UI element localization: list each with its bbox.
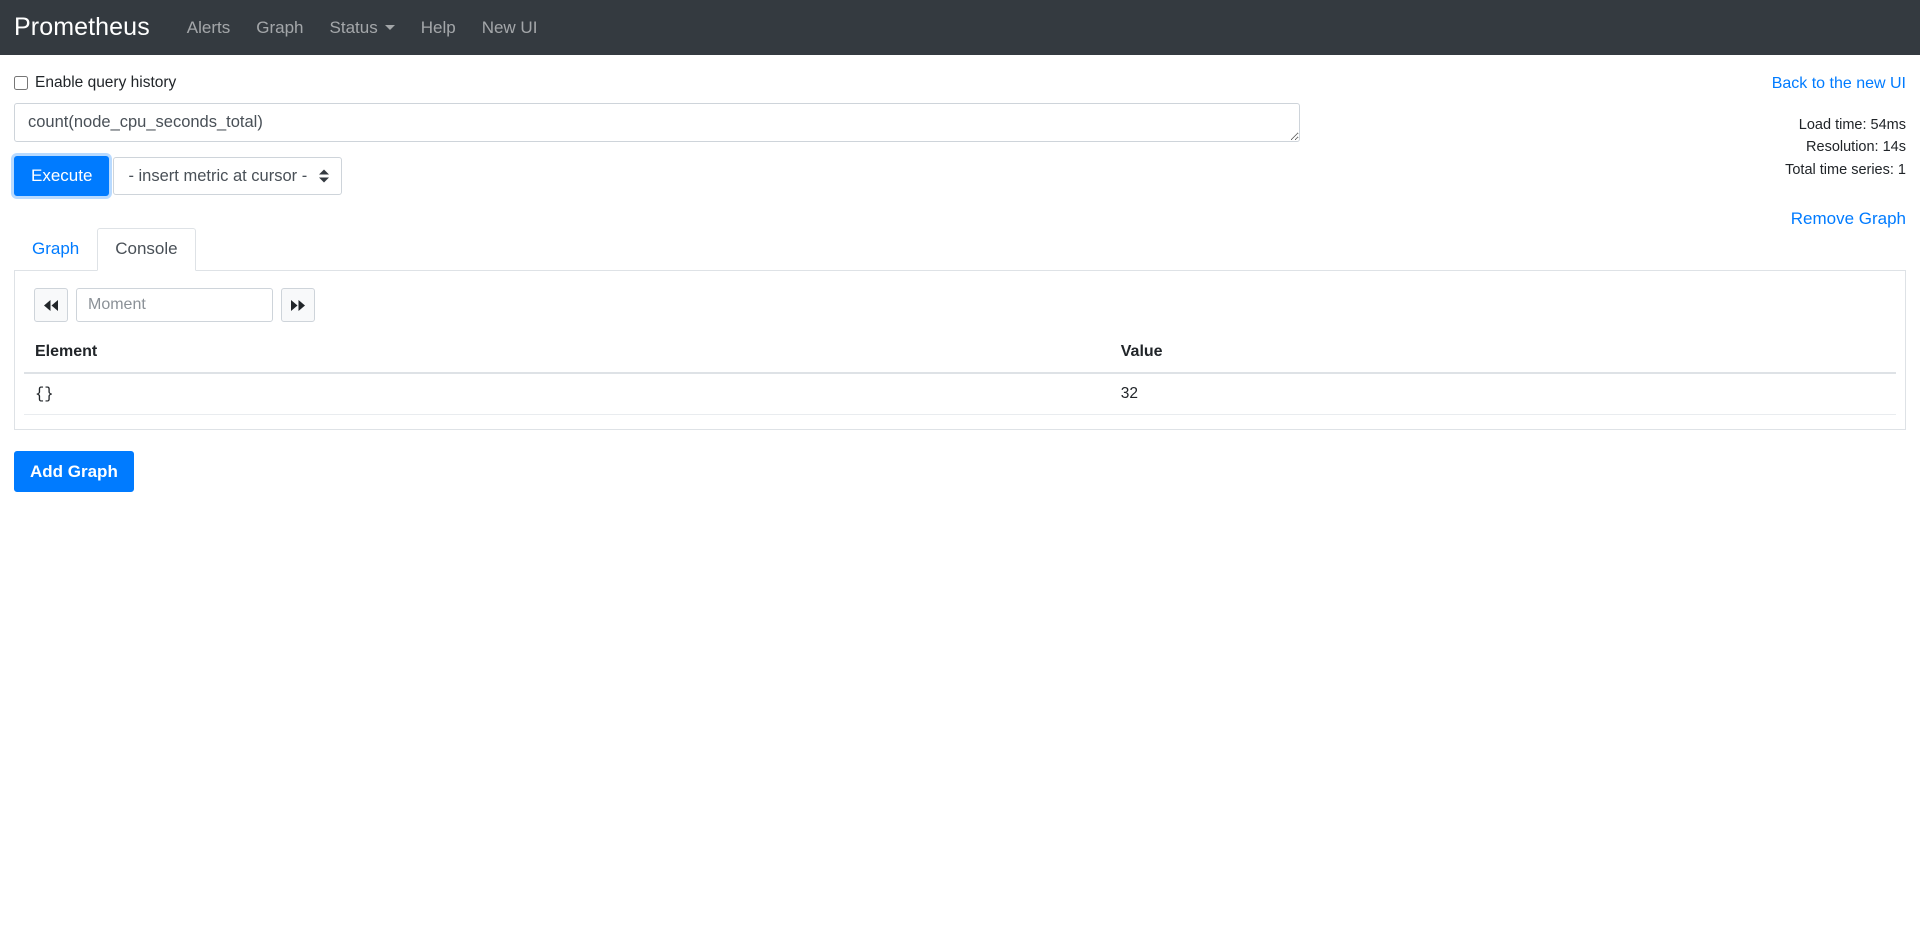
nav-link-new-ui-label: New UI xyxy=(481,18,538,37)
execute-button[interactable]: Execute xyxy=(14,156,110,197)
nav-link-alerts[interactable]: Alerts xyxy=(174,11,243,44)
main-navbar: Prometheus Alerts Graph Status Help New … xyxy=(0,0,1920,55)
result-value-cell: 32 xyxy=(1109,373,1896,416)
moment-controls xyxy=(24,288,1896,323)
nav-link-alerts-label: Alerts xyxy=(186,18,231,37)
load-time-text: Load time: 54ms xyxy=(1798,117,1906,133)
chevron-down-icon xyxy=(384,25,395,30)
nav-link-status[interactable]: Status xyxy=(317,11,408,44)
column-header-element: Element xyxy=(24,343,1110,375)
nav-link-help[interactable]: Help xyxy=(408,11,469,44)
remove-graph-wrap: Remove Graph xyxy=(1486,181,1906,229)
step-backward-button[interactable] xyxy=(34,288,68,323)
navbar-brand[interactable]: Prometheus xyxy=(14,15,150,40)
resolution-text: Resolution: 14s xyxy=(1806,139,1906,156)
enable-query-history-checkbox[interactable] xyxy=(14,76,28,90)
tab-graph[interactable]: Graph xyxy=(14,228,97,271)
add-graph-button[interactable]: Add Graph xyxy=(14,451,134,493)
nav-link-help-label: Help xyxy=(420,18,456,37)
double-left-arrow-icon xyxy=(44,299,58,311)
nav-link-graph[interactable]: Graph xyxy=(243,11,316,44)
query-info-panel: Back to the new UI Load time: 54ms Resol… xyxy=(1486,73,1906,229)
graph-console-tabs: Graph Console xyxy=(14,228,1906,272)
expression-input[interactable] xyxy=(14,103,1300,142)
console-panel: Element Value {} 32 xyxy=(14,271,1906,431)
column-header-value: Value xyxy=(1109,343,1896,375)
tab-console[interactable]: Console xyxy=(97,228,196,272)
query-stats: Load time: 54ms Resolution: 14s Total ti… xyxy=(1486,114,1906,181)
insert-metric-select[interactable]: - insert metric at cursor - xyxy=(113,157,343,196)
moment-input[interactable] xyxy=(76,288,273,323)
enable-query-history-label[interactable]: Enable query history xyxy=(35,74,176,92)
results-header-row: Element Value xyxy=(24,343,1896,375)
nav-link-graph-label: Graph xyxy=(256,18,304,37)
result-element-cell: {} xyxy=(24,373,1110,416)
add-graph-wrap: Add Graph xyxy=(14,451,1906,493)
nav-link-status-label: Status xyxy=(329,18,378,37)
query-results-table: Element Value {} 32 xyxy=(24,343,1896,416)
insert-metric-select-value: - insert metric at cursor - xyxy=(128,166,308,185)
remove-graph-link[interactable]: Remove Graph xyxy=(1791,209,1906,229)
results-table-head: Element Value xyxy=(24,343,1896,375)
navbar-links: Alerts Graph Status Help New UI xyxy=(174,11,551,44)
results-table-body: {} 32 xyxy=(24,373,1896,416)
page-container: Back to the new UI Load time: 54ms Resol… xyxy=(0,55,1920,493)
nav-link-new-ui[interactable]: New UI xyxy=(469,11,551,44)
total-time-series-text: Total time series: 1 xyxy=(1785,161,1906,178)
table-row: {} 32 xyxy=(24,373,1896,416)
back-to-new-ui-link[interactable]: Back to the new UI xyxy=(1772,75,1906,92)
double-right-arrow-icon xyxy=(291,299,305,311)
select-updown-icon xyxy=(319,169,330,183)
step-forward-button[interactable] xyxy=(281,288,315,323)
